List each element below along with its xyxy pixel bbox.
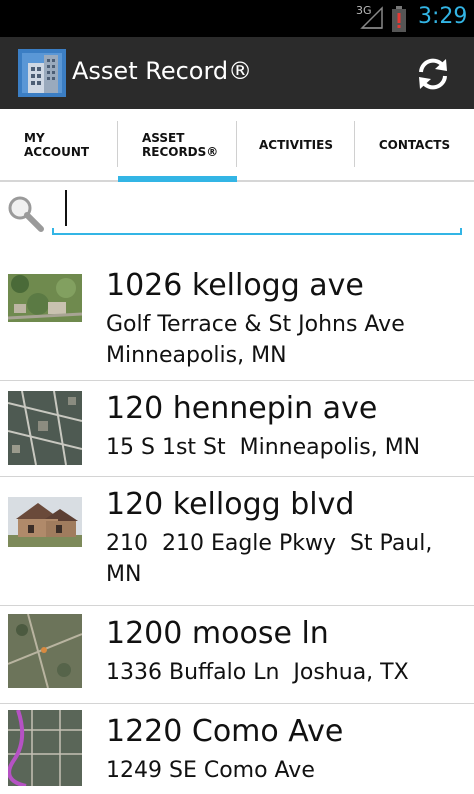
action-bar: Asset Record® xyxy=(0,37,474,109)
tab-contacts[interactable]: CONTACTS xyxy=(355,109,474,180)
list-item[interactable]: 120 hennepin ave 15 S 1st St Minneapolis… xyxy=(0,381,474,477)
record-address: 1249 SE Como Ave xyxy=(106,758,315,783)
list-item[interactable]: 120 kellogg blvd 210 210 Eagle Pkwy St P… xyxy=(0,477,474,606)
status-bar: 3G 3:29 xyxy=(0,0,474,37)
list-item[interactable]: 1026 kellogg ave Golf Terrace & St Johns… xyxy=(0,258,474,381)
clock: 3:29 xyxy=(418,4,468,29)
tab-label: ASSET RECORDS® xyxy=(142,130,219,159)
record-title: 1026 kellogg ave xyxy=(106,268,364,303)
tab-activities[interactable]: ACTIVITIES xyxy=(237,109,355,180)
tab-label: ACTIVITIES xyxy=(259,137,333,152)
record-address: 210 210 Eagle Pkwy St Paul, MN xyxy=(106,531,433,587)
tab-label: MY ACCOUNT xyxy=(24,130,90,159)
search-bar xyxy=(0,182,474,242)
battery-alert-icon xyxy=(392,6,406,32)
record-address: 15 S 1st St Minneapolis, MN xyxy=(106,435,421,460)
property-thumbnail xyxy=(8,614,82,688)
tab-label: CONTACTS xyxy=(378,137,451,152)
record-title: 1220 Como Ave xyxy=(106,714,344,749)
refresh-button[interactable] xyxy=(410,51,456,97)
record-title: 1200 moose ln xyxy=(106,616,329,651)
tab-asset-records[interactable]: ASSET RECORDS® xyxy=(118,109,237,182)
text-cursor xyxy=(65,190,67,226)
signal-icon xyxy=(360,6,383,29)
building-icon[interactable] xyxy=(18,49,66,97)
property-thumbnail xyxy=(8,497,82,547)
magnifier-icon xyxy=(8,196,44,232)
search-input[interactable] xyxy=(52,188,466,234)
list-item[interactable]: 1220 Como Ave 1249 SE Como Ave xyxy=(0,704,474,794)
tab-bar: MY ACCOUNT ASSET RECORDS® ACTIVITIES CON… xyxy=(0,109,474,182)
record-address: Golf Terrace & St Johns Ave Minneapolis,… xyxy=(106,312,405,368)
record-title: 120 kellogg blvd xyxy=(106,487,355,522)
app-title: Asset Record® xyxy=(72,57,253,85)
property-thumbnail xyxy=(8,391,82,465)
search-underline xyxy=(52,228,462,235)
record-title: 120 hennepin ave xyxy=(106,391,378,426)
record-address: 1336 Buffalo Ln Joshua, TX xyxy=(106,660,409,685)
property-thumbnail xyxy=(8,274,82,322)
list-item[interactable]: 1200 moose ln 1336 Buffalo Ln Joshua, TX xyxy=(0,606,474,704)
property-thumbnail xyxy=(8,710,82,786)
asset-record-list: 1026 kellogg ave Golf Terrace & St Johns… xyxy=(0,258,474,794)
tab-my-account[interactable]: MY ACCOUNT xyxy=(0,109,118,180)
refresh-icon xyxy=(419,58,447,90)
